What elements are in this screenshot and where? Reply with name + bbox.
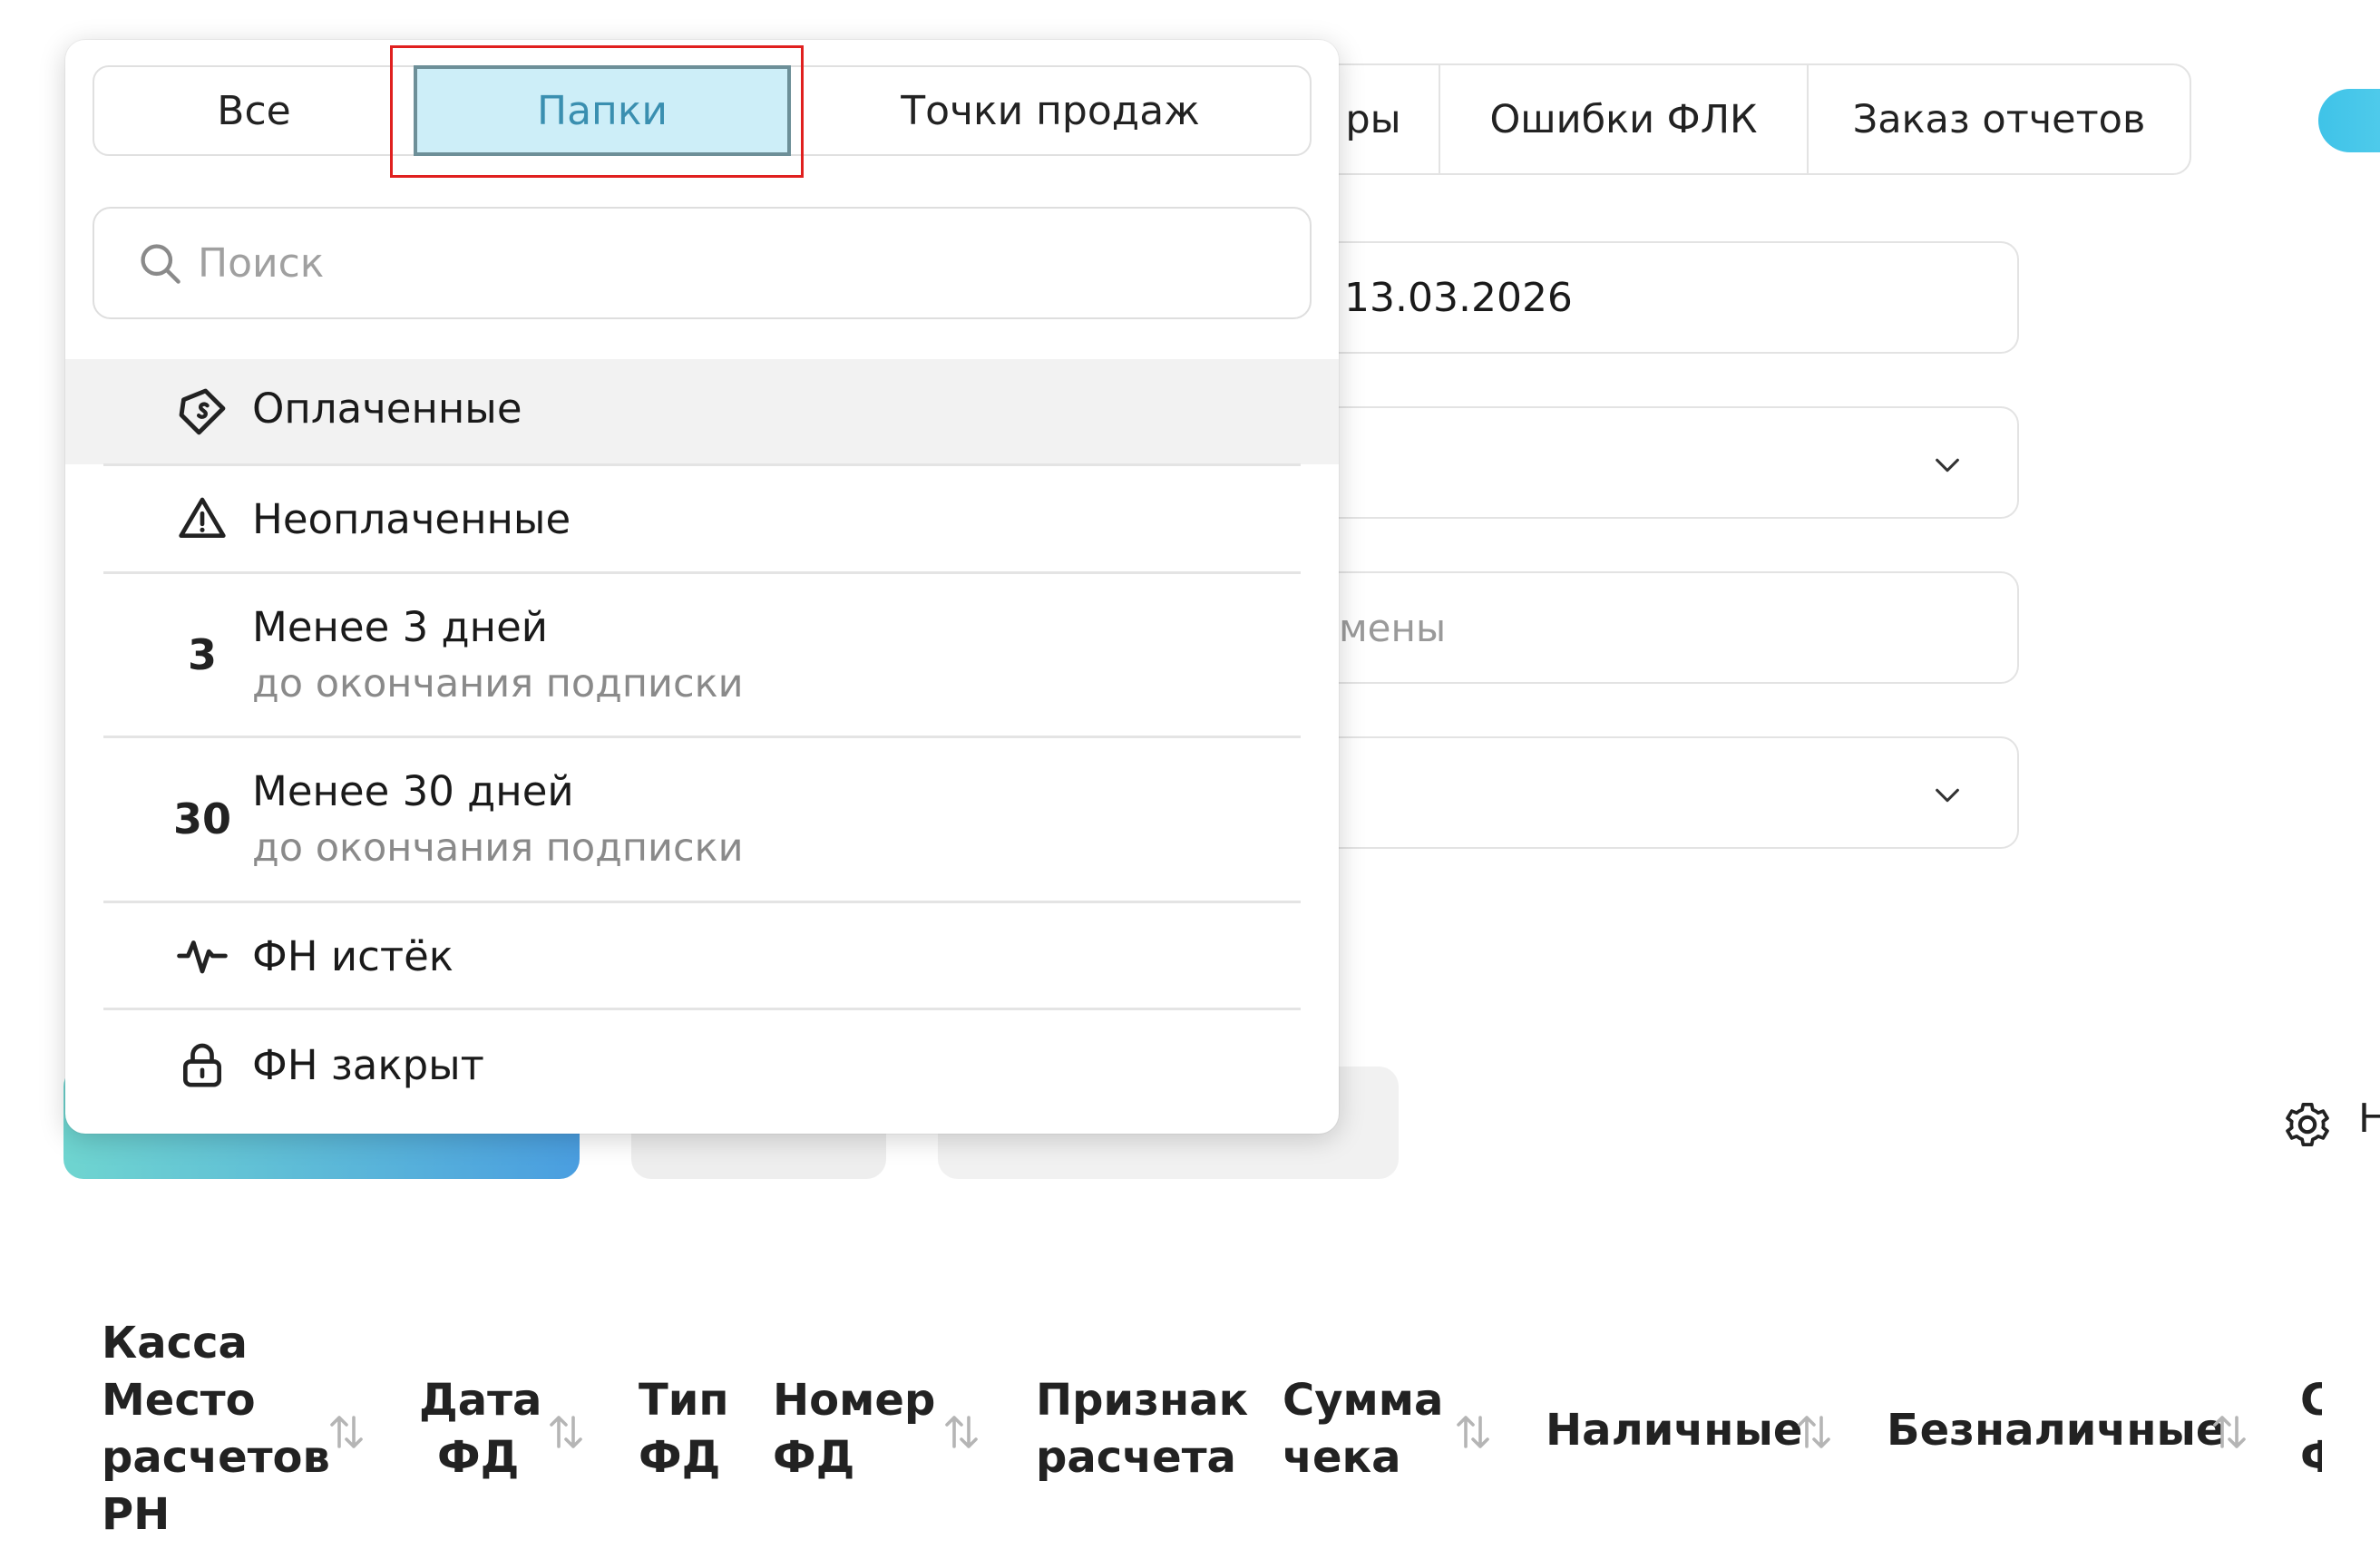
header-line: расчетов xyxy=(102,1432,330,1483)
select-field-1[interactable] xyxy=(1297,406,2019,519)
gear-icon[interactable] xyxy=(2282,1099,2333,1150)
warning-triangle-icon xyxy=(174,491,230,547)
search-icon xyxy=(141,244,180,284)
shift-placeholder: мены xyxy=(1339,605,1447,650)
item-label: Оплаченные xyxy=(252,385,522,433)
days-badge: 30 xyxy=(172,794,231,843)
header-line: Наличные xyxy=(1546,1405,1803,1456)
column-header-cashless[interactable]: Безналичные xyxy=(1887,1402,2225,1459)
sort-icon[interactable] xyxy=(2208,1410,2251,1454)
folder-item-less-30-days[interactable]: 30 Менее 30 дней до окончания подписки xyxy=(65,738,1339,901)
item-sublabel: до окончания подписки xyxy=(252,661,744,706)
header-line: ФД xyxy=(639,1432,721,1483)
select-field-2[interactable] xyxy=(1297,736,2019,849)
item-label: ФН истёк xyxy=(252,932,454,980)
folder-item-fn-closed[interactable]: ФН закрыт xyxy=(65,1010,1339,1119)
segment-label: Точки продаж xyxy=(901,87,1200,134)
lock-icon xyxy=(174,1037,230,1093)
search-field[interactable] xyxy=(93,207,1312,319)
folder-item-unpaid[interactable]: Неоплаченные xyxy=(65,466,1339,571)
header-line: расчета xyxy=(1036,1432,1236,1483)
header-line: чека xyxy=(1283,1432,1401,1483)
folder-item-paid[interactable]: Оплаченные xyxy=(65,359,1339,464)
sort-icon[interactable] xyxy=(1451,1410,1495,1454)
segment-all[interactable]: Все xyxy=(94,67,414,154)
date-value: 13.03.2026 xyxy=(1344,274,1573,321)
pulse-icon xyxy=(174,928,230,984)
report-tabs: ры Ошибки ФЛК Заказ отчетов xyxy=(1306,63,2191,175)
sort-icon[interactable] xyxy=(544,1410,588,1454)
folder-item-fn-expired[interactable]: ФН истёк xyxy=(65,903,1339,1008)
sort-icon[interactable] xyxy=(940,1410,983,1454)
header-line: Номер xyxy=(773,1375,936,1426)
header-line: ФД xyxy=(773,1432,855,1483)
column-header-payment-sign[interactable]: Признак расчета xyxy=(1036,1372,1248,1486)
column-header-cut[interactable]: С Ф xyxy=(2300,1372,2322,1486)
chevron-down-icon xyxy=(1936,788,1959,803)
tab-flk-errors[interactable]: Ошибки ФЛК xyxy=(1440,65,1809,173)
column-header-cashier[interactable]: Касса Место расчетов РН xyxy=(102,1315,330,1544)
tab-report-orders[interactable]: Заказ отчетов xyxy=(1809,65,2190,173)
column-header-fd-number[interactable]: Номер ФД xyxy=(773,1372,935,1486)
search-input[interactable] xyxy=(196,239,1197,287)
header-line: РН xyxy=(102,1489,171,1540)
shift-field[interactable]: мены xyxy=(1297,571,2019,684)
settings-label: Н xyxy=(2358,1096,2380,1142)
tab-label: Ошибки ФЛК xyxy=(1489,96,1758,142)
header-line: Касса xyxy=(102,1318,248,1369)
date-range-field[interactable]: 13.03.2026 xyxy=(1297,241,2019,354)
header-line: Место xyxy=(102,1375,256,1426)
column-header-cash[interactable]: Наличные xyxy=(1546,1402,1802,1459)
header-line: ФД xyxy=(437,1432,520,1483)
header-line: Тип xyxy=(639,1375,729,1426)
item-label: Менее 30 дней xyxy=(252,767,574,815)
item-label: Менее 3 дней xyxy=(252,603,549,651)
segment-label: Все xyxy=(217,87,291,134)
header-line: Дата xyxy=(419,1375,542,1426)
days-badge: 3 xyxy=(187,630,217,679)
segment-points-of-sale[interactable]: Точки продаж xyxy=(791,67,1310,154)
header-line: Безналичные xyxy=(1887,1405,2226,1456)
column-header-fd-type[interactable]: Тип ФД xyxy=(639,1372,729,1486)
paid-tag-icon xyxy=(174,384,230,440)
sort-icon[interactable] xyxy=(1792,1410,1836,1454)
item-sublabel: до окончания подписки xyxy=(252,825,744,871)
chevron-down-icon xyxy=(1936,458,1959,472)
tab-label: Заказ отчетов xyxy=(1852,96,2146,142)
toggle-pill[interactable] xyxy=(2318,89,2380,152)
header-line: Признак xyxy=(1036,1375,1249,1426)
header-line: С xyxy=(2300,1375,2322,1426)
folder-item-less-3-days[interactable]: 3 Менее 3 дней до окончания подписки xyxy=(65,574,1339,736)
header-line: Сумма xyxy=(1283,1375,1444,1426)
highlight-box xyxy=(390,45,804,178)
item-label: Неоплаченные xyxy=(252,495,571,543)
tab-label: ры xyxy=(1345,96,1401,142)
header-line: Ф xyxy=(2300,1432,2322,1483)
sort-icon[interactable] xyxy=(325,1410,368,1454)
column-header-fd-date[interactable]: Дата ФД xyxy=(419,1372,541,1486)
item-label: ФН закрыт xyxy=(252,1041,484,1089)
column-header-receipt-sum[interactable]: Сумма чека xyxy=(1283,1372,1443,1486)
